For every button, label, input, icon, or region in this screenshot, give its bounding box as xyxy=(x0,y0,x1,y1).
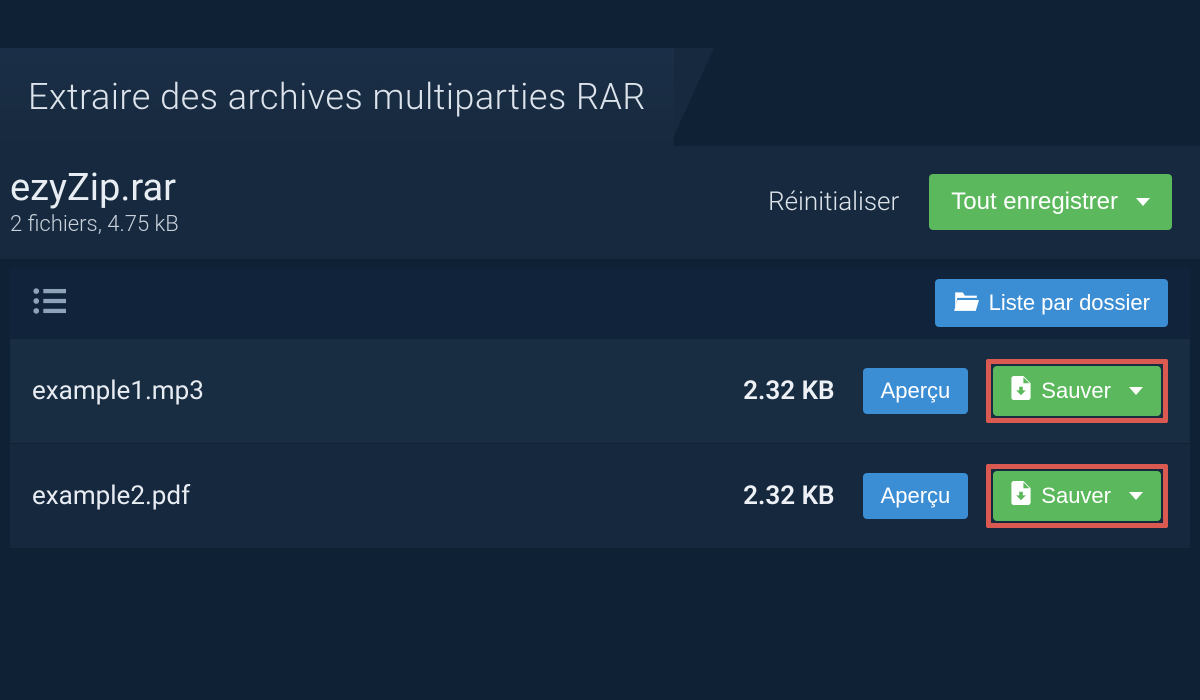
folder-list-label: Liste par dossier xyxy=(989,290,1150,316)
reset-link[interactable]: Réinitialiser xyxy=(768,187,899,217)
file-download-icon xyxy=(1011,481,1031,511)
folder-open-icon xyxy=(953,289,979,317)
save-button-highlight: Sauver xyxy=(986,464,1168,528)
preview-button[interactable]: Aperçu xyxy=(863,368,969,414)
archive-actions: Réinitialiser Tout enregistrer xyxy=(768,174,1172,230)
archive-info: ezyZip.rar 2 fichiers, 4.75 kB xyxy=(10,166,179,237)
save-label: Sauver xyxy=(1041,378,1111,404)
file-download-icon xyxy=(1011,376,1031,406)
chevron-down-icon xyxy=(1129,387,1143,395)
preview-label: Aperçu xyxy=(881,483,951,509)
file-name: example2.pdf xyxy=(32,481,190,511)
app-container: Extraire des archives multiparties RAR e… xyxy=(0,0,1200,599)
chevron-down-icon xyxy=(1136,198,1150,206)
file-row: example1.mp3 2.32 KB Aperçu Sauver xyxy=(10,339,1190,444)
chevron-down-icon xyxy=(1129,492,1143,500)
file-name: example1.mp3 xyxy=(32,376,204,406)
save-button-highlight: Sauver xyxy=(986,359,1168,423)
save-button[interactable]: Sauver xyxy=(993,471,1161,521)
footer-spacer xyxy=(0,549,1200,599)
tab-header: Extraire des archives multiparties RAR xyxy=(0,48,674,146)
save-all-button[interactable]: Tout enregistrer xyxy=(929,174,1172,230)
file-row: example2.pdf 2.32 KB Aperçu Sauver xyxy=(10,444,1190,549)
list-icon[interactable] xyxy=(32,284,66,322)
file-row-actions: 2.32 KB Aperçu Sauver xyxy=(743,464,1168,528)
preview-label: Aperçu xyxy=(881,378,951,404)
archive-meta: 2 fichiers, 4.75 kB xyxy=(10,212,179,237)
folder-list-button[interactable]: Liste par dossier xyxy=(935,279,1168,327)
save-label: Sauver xyxy=(1041,483,1111,509)
list-toolbar: Liste par dossier xyxy=(10,267,1190,339)
save-button[interactable]: Sauver xyxy=(993,366,1161,416)
file-size: 2.32 KB xyxy=(743,376,834,406)
file-row-actions: 2.32 KB Aperçu Sauver xyxy=(743,359,1168,423)
save-all-label: Tout enregistrer xyxy=(951,188,1118,216)
page-title: Extraire des archives multiparties RAR xyxy=(28,76,646,118)
archive-info-row: ezyZip.rar 2 fichiers, 4.75 kB Réinitial… xyxy=(0,146,1200,259)
archive-filename: ezyZip.rar xyxy=(10,166,179,210)
preview-button[interactable]: Aperçu xyxy=(863,473,969,519)
file-size: 2.32 KB xyxy=(743,481,834,511)
